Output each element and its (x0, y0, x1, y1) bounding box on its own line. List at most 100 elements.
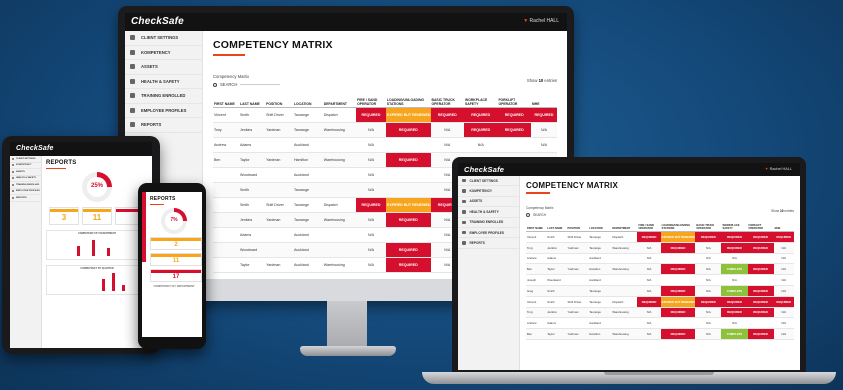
sidebar-item[interactable]: EMPLOYEE PROFILES (125, 104, 202, 118)
sidebar-item[interactable]: CLIENT SETTINGS (125, 31, 202, 46)
table-cell (322, 227, 357, 243)
sidebar-item-label: REPORTS (16, 196, 27, 199)
app-logo[interactable]: CheckSafe (16, 145, 54, 152)
search-input[interactable]: SEARCH (533, 213, 546, 217)
table-cell: N/A (773, 253, 794, 265)
chart-bar (107, 248, 110, 256)
user-menu[interactable]: ▼ Rachel HALL (765, 167, 792, 171)
column-header[interactable]: FIRE / SAND OPERATOR (637, 220, 661, 232)
sidebar-item[interactable]: KOMPETENCY (458, 186, 519, 197)
column-header[interactable]: WORKPLACE SAFETY (464, 93, 498, 108)
sidebar-item[interactable]: TRAINING ENROLLED (458, 218, 519, 228)
top-bar: CheckSafe (10, 142, 152, 156)
sidebar: CLIENT SETTINGS KOMPETENCY ASSETS HEALTH & … (458, 176, 520, 370)
column-header[interactable]: WORKPLACE SAFETY (721, 220, 748, 232)
column-header[interactable]: MHE (773, 220, 794, 232)
sidebar-item[interactable]: REPORTS (125, 118, 202, 133)
table-cell (265, 227, 293, 243)
table-cell: REQUIRED (695, 231, 722, 243)
monitor-base (300, 346, 396, 356)
table-row[interactable]: Joseph Woodward Auckland N/A N/A N/A N/A (526, 274, 794, 286)
stat-value: 17 (172, 274, 180, 280)
table-row[interactable]: Andrew Adams Auckland N/A N/A N/A N/A (526, 317, 794, 330)
search-box[interactable]: SEARCH (213, 82, 281, 87)
sidebar-item[interactable]: REPORTS (10, 195, 41, 202)
stat-card: 3 (49, 207, 79, 225)
table-cell: Adams (546, 317, 567, 330)
table-cell (322, 182, 357, 198)
table-row[interactable]: Andrew Adams Auckland N/A N/A N/A N/A (213, 137, 557, 153)
table-cell: Warehousing (611, 328, 638, 340)
box-icon (462, 199, 466, 204)
column-header[interactable]: FIRE / SAND OPERATOR (356, 93, 386, 108)
column-header[interactable]: LAST NAME (546, 220, 567, 232)
sidebar-item[interactable]: ASSETS (125, 60, 202, 75)
table-cell: N/A (695, 242, 722, 254)
app-logo[interactable]: CheckSafe (464, 165, 504, 174)
table-cell: Warehousing (322, 152, 357, 168)
table-cell: Jenkins (546, 307, 567, 319)
column-header[interactable]: DEPARTMENT (322, 93, 357, 108)
app-logo[interactable]: CheckSafe (131, 16, 184, 27)
table-cell (747, 274, 774, 286)
user-icon: ▼ (523, 18, 529, 24)
table-row[interactable]: Andrew Adams Auckland N/A N/A N/A N/A (526, 253, 794, 265)
table-row[interactable]: Vincent Smith Shift Driver Taurange Dispatch… (526, 231, 794, 243)
table-body: Vincent Smith Shift Driver Taurange Dispatch… (526, 231, 794, 340)
table-cell: REQUIRED (721, 242, 748, 254)
sidebar-item[interactable]: CLIENT SETTINGS (458, 176, 519, 187)
table-cell (322, 242, 357, 258)
table-row[interactable]: Ben Taylor Yardman Hamilton Warehousing N/A RE… (526, 328, 794, 340)
chart-title: COMPETENCY BY DEPARTMENT (153, 285, 195, 288)
sidebar-item[interactable]: HEALTH & SAFETY (125, 75, 202, 89)
sidebar-item[interactable]: TRAINING ENROLLED (125, 89, 202, 104)
column-header[interactable]: POSITION (265, 93, 293, 108)
table-cell: REQUIRED (747, 231, 774, 243)
table-cell: REQUIRED (773, 231, 794, 243)
completion-gauge: 7% (161, 208, 187, 234)
check-icon (462, 189, 466, 193)
sidebar-item[interactable]: KOMPETENCY (125, 46, 202, 60)
column-header[interactable]: FIRST NAME (526, 220, 547, 232)
table-row[interactable]: Ben Taylor Yardman Hamilton Warehousing N/A RE… (526, 263, 794, 276)
table-row[interactable]: Vincent Smith Shift Driver Taurange Dispatch… (213, 107, 557, 123)
chart-icon (12, 196, 14, 199)
table-cell: Greg (526, 285, 547, 297)
sidebar-item[interactable]: REPORTS (458, 238, 519, 249)
page-size-control[interactable]: Show 10 entries (771, 209, 794, 213)
table-cell: REQUIRED (385, 242, 431, 258)
table-cell: Hamilton (588, 263, 612, 276)
gear-icon (462, 178, 466, 183)
table-row[interactable]: Greg Smith Taurange N/A REQUIRED N/A COMPLETE R… (526, 285, 794, 297)
sidebar-item[interactable]: ASSETS (458, 197, 519, 208)
sidebar-item[interactable]: EMPLOYEE PROFILES (458, 228, 519, 239)
column-header[interactable]: FIRST NAME (213, 93, 240, 108)
sidebar-item[interactable]: HEALTH & SAFETY (458, 207, 519, 218)
search-box[interactable]: SEARCH (526, 212, 553, 217)
column-header[interactable]: LOADING/UNLOADING STATIONS (660, 220, 696, 232)
column-header[interactable]: BASIC TRUCK OPERATOR (695, 220, 722, 232)
column-header[interactable]: FORKLIFT OPERATOR (497, 93, 531, 108)
column-header[interactable]: LOADING/UNLOADING STATIONS (385, 93, 431, 108)
column-header[interactable]: FORKLIFT OPERATOR (747, 220, 774, 232)
column-header[interactable]: LOCATION (292, 93, 323, 108)
page-size-control[interactable]: Show 10 entries (527, 78, 557, 83)
table-row[interactable]: Vincent Smith Shift Driver Taurange Dispatch… (526, 296, 794, 308)
search-input[interactable]: SEARCH (220, 82, 237, 87)
table-row[interactable]: Tony Jenkins Yardman Taurange Warehousing N/A… (526, 242, 794, 254)
column-header[interactable]: POSITION (566, 220, 589, 232)
user-menu[interactable]: ▼ Rachel HALL (523, 18, 559, 24)
column-header[interactable]: MHE (530, 93, 557, 108)
table-cell: N/A (356, 182, 386, 198)
table-cell: N/A (695, 274, 722, 286)
table-cell: N/A (356, 167, 386, 183)
column-header[interactable]: BASIC TRUCK OPERATOR (430, 93, 464, 108)
column-header[interactable]: LAST NAME (239, 93, 266, 108)
column-header[interactable]: DEPARTMENT (611, 220, 638, 232)
column-header[interactable]: LOCATION (588, 220, 612, 232)
table-row[interactable]: Tony Jenkins Yardman Taurange Warehousing N/A… (213, 122, 557, 138)
page-size-select[interactable]: 10 (539, 78, 544, 83)
page-size-select[interactable]: 10 (780, 209, 784, 213)
table-cell (747, 317, 774, 330)
table-row[interactable]: Tony Jenkins Yardman Taurange Warehousing N/A… (526, 307, 794, 319)
